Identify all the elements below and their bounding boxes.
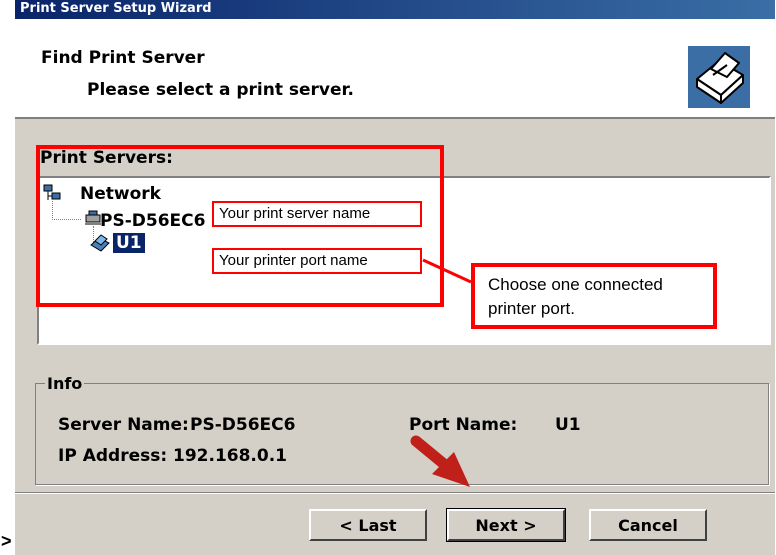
title-bar: Print Server Setup Wizard: [15, 0, 775, 19]
info-legend: Info: [45, 374, 85, 393]
header-title: Find Print Server: [41, 48, 205, 68]
annotation-port-name-label: Your printer port name: [212, 248, 422, 274]
port-name-label: Port Name:: [409, 415, 518, 435]
ip-address-label: IP Address:: [58, 446, 168, 466]
next-button[interactable]: Next >: [446, 508, 566, 542]
port-name-value: U1: [555, 415, 581, 435]
stray-character: >: [1, 531, 12, 551]
annotation-choose-port-text: Choose one connected printer port.: [488, 275, 663, 318]
cancel-button[interactable]: Cancel: [589, 509, 707, 541]
button-separator: [15, 492, 775, 494]
printer-icon: [688, 46, 750, 108]
server-name-value: PS-D56EC6: [190, 415, 296, 435]
header-subtitle: Please select a print server.: [87, 80, 354, 100]
ip-address-value: 192.168.0.1: [173, 446, 288, 466]
server-name-label: Server Name:: [58, 415, 189, 435]
window-title: Print Server Setup Wizard: [20, 1, 212, 16]
last-button[interactable]: < Last: [309, 509, 427, 541]
annotation-server-name-label: Your print server name: [212, 201, 422, 227]
wizard-header: Find Print Server Please select a print …: [15, 19, 775, 119]
annotation-choose-port-box: Choose one connected printer port.: [471, 263, 717, 329]
